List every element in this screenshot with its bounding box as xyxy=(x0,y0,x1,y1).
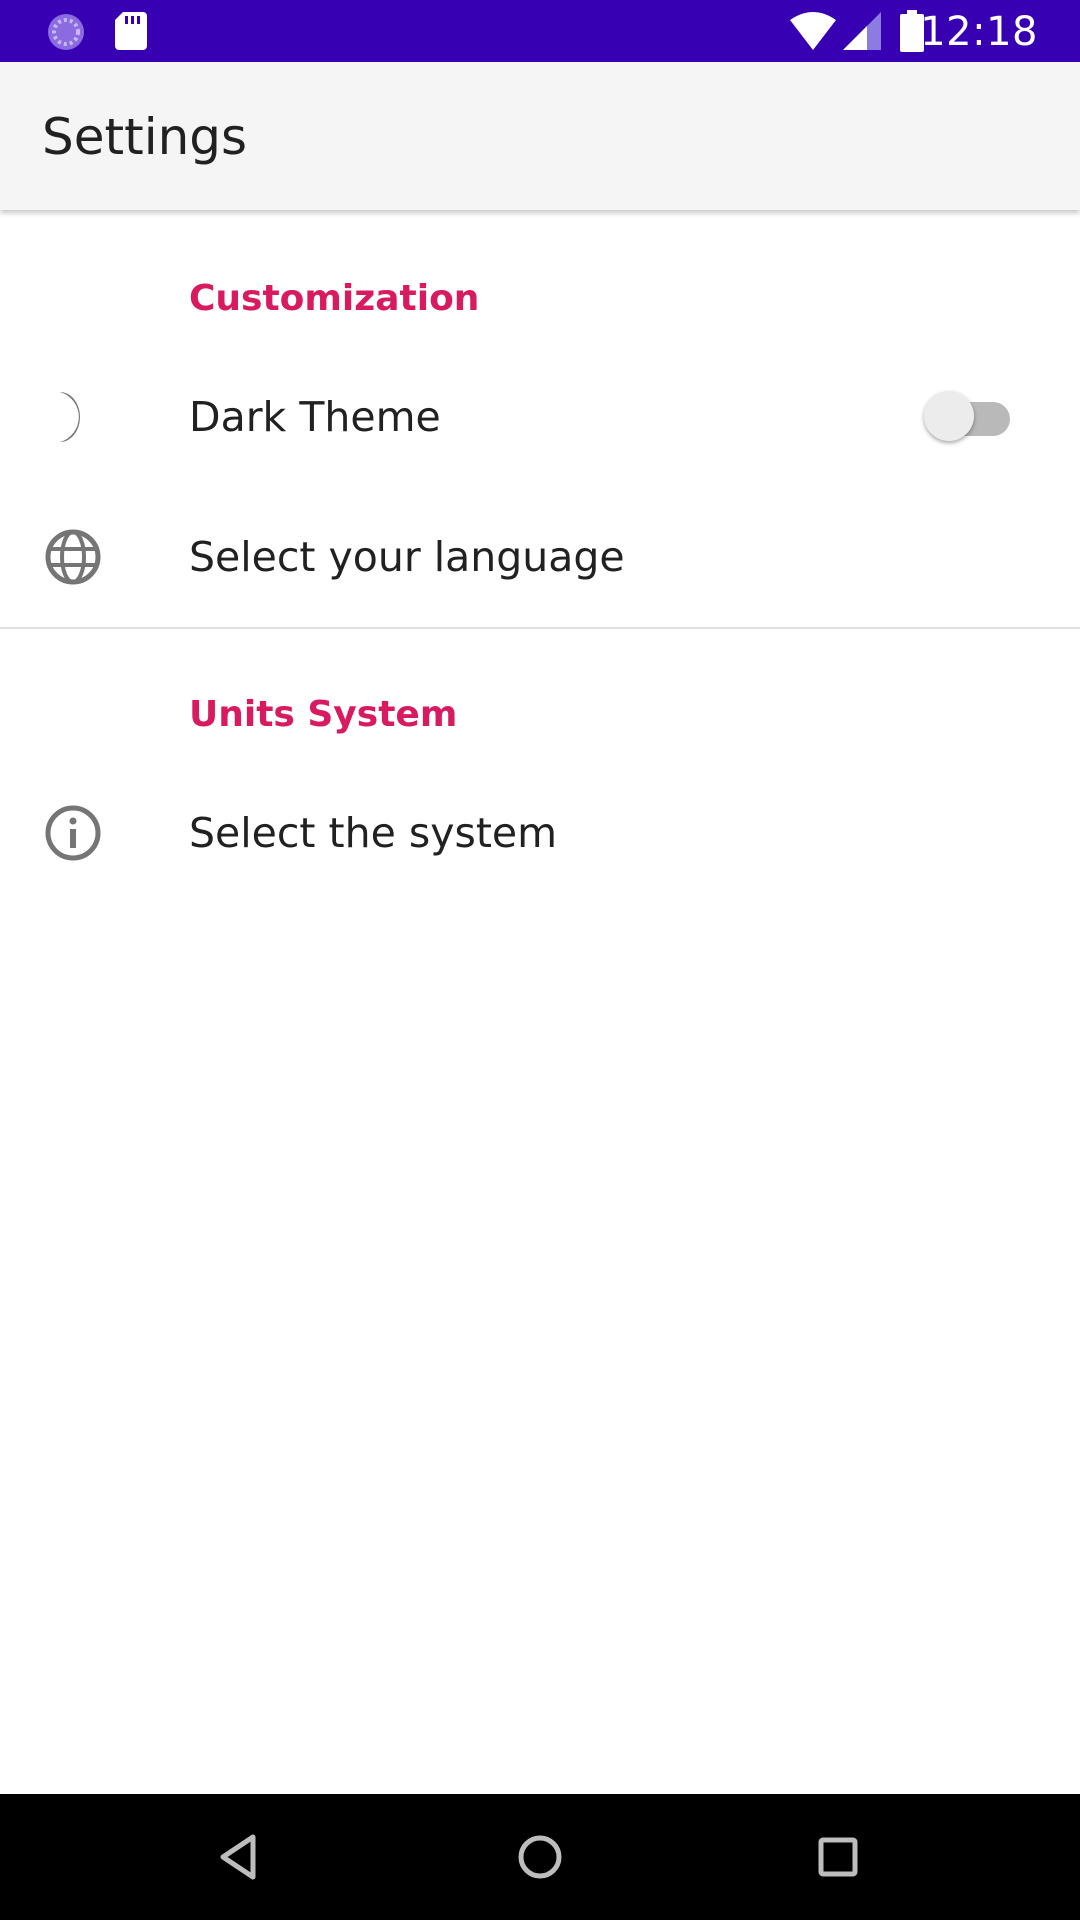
signal-icon xyxy=(843,12,881,55)
pref-title-language: Select your language xyxy=(189,533,625,581)
info-icon xyxy=(44,804,102,862)
globe-icon xyxy=(44,528,102,586)
sd-card-icon xyxy=(115,12,147,55)
wifi-icon xyxy=(790,12,836,55)
category-customization: Customization xyxy=(189,278,480,319)
pref-language[interactable]: Select your language xyxy=(0,487,1080,627)
app-bar: Settings xyxy=(0,62,1080,210)
pref-title-dark-theme: Dark Theme xyxy=(189,393,441,441)
home-icon[interactable] xyxy=(510,1827,570,1887)
loading-icon xyxy=(46,12,86,57)
pref-dark-theme[interactable]: Dark Theme xyxy=(0,347,1080,487)
navigation-bar xyxy=(0,1794,1080,1920)
pref-units-system[interactable]: Select the system xyxy=(0,763,1080,903)
moon-icon xyxy=(44,388,102,446)
section-divider xyxy=(0,627,1080,629)
settings-screen: 12:18 Settings Customization Dark Theme … xyxy=(0,0,1080,1920)
status-time: 12:18 xyxy=(920,9,1038,55)
dark-theme-switch[interactable] xyxy=(924,390,1010,444)
page-title: Settings xyxy=(42,108,248,166)
recents-icon[interactable] xyxy=(808,1827,868,1887)
category-units-system: Units System xyxy=(189,694,458,735)
back-icon[interactable] xyxy=(211,1827,271,1887)
status-bar: 12:18 xyxy=(0,0,1080,62)
pref-title-units-system: Select the system xyxy=(189,809,558,857)
switch-thumb xyxy=(924,391,974,441)
